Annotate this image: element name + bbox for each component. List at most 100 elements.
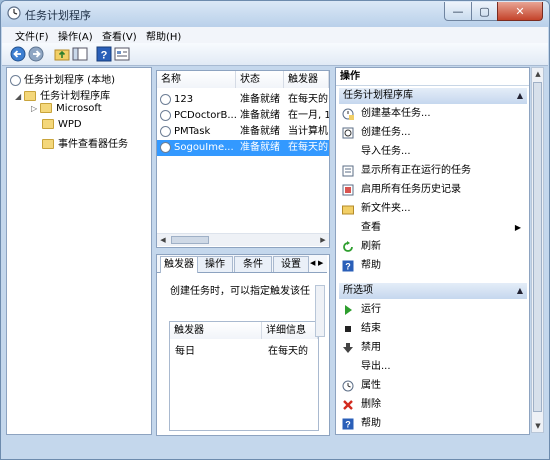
delete-icon (343, 400, 353, 410)
scroll-down-arrow-icon[interactable]: ▼ (532, 420, 544, 432)
folder-up-icon[interactable] (54, 46, 70, 62)
action-enable-history[interactable]: 启用所有任务历史记录 (339, 181, 527, 199)
tab-scroll-right-icon[interactable]: ▶ (318, 257, 326, 270)
action-refresh[interactable]: 刷新 (339, 238, 527, 256)
action-import-task[interactable]: 导入任务... (339, 143, 527, 161)
maximize-button[interactable]: ▢ (471, 2, 498, 21)
tree-root[interactable]: 任务计划程序 (本地) (10, 71, 115, 86)
action-view[interactable]: 查看 ▶ (339, 219, 527, 237)
tree-item-label: WPD (58, 119, 82, 130)
create-basic-task-icon (342, 108, 354, 120)
tab-conditions[interactable]: 条件 (234, 256, 272, 272)
actions-group-library[interactable]: 任务计划程序库 ▲ (339, 88, 527, 104)
menu-file[interactable]: 文件(F) (15, 28, 49, 43)
clock-icon (7, 6, 21, 20)
tab-triggers[interactable]: 触发器 (160, 256, 198, 273)
menu-help[interactable]: 帮助(H) (146, 28, 181, 43)
help-icon: ? (342, 260, 354, 272)
actions-vertical-scrollbar[interactable]: ▲ ▼ (531, 67, 544, 433)
trigger-description: 创建任务时，可以指定触发该任务 (170, 286, 310, 297)
stop-icon (345, 326, 351, 332)
task-status: 准备就绪 (240, 126, 280, 137)
task-clock-icon (160, 93, 171, 105)
submenu-arrow-icon: ▶ (514, 223, 521, 232)
task-list-pane: 名称 状态 触发器 123 准备就绪 在每天的 PCDoctorB... 准备就… (156, 70, 330, 248)
task-row-selected[interactable]: SogouIme... 准备就绪 在每天的 (157, 140, 329, 156)
details-vertical-scrollbar[interactable] (315, 285, 325, 337)
tree-item-label: Microsoft (56, 103, 102, 114)
tab-settings[interactable]: 设置 (273, 256, 309, 272)
console-tree-icon[interactable] (72, 46, 88, 62)
group-title: 任务计划程序库 (343, 90, 413, 101)
task-clock-icon (160, 125, 171, 137)
action-new-folder[interactable]: 新文件夹... (339, 200, 527, 218)
tree-item-event-viewer-tasks[interactable]: 事件查看器任务 (42, 135, 128, 150)
folder-icon (42, 139, 54, 149)
tab-scroll-left-icon[interactable]: ◀ (310, 257, 318, 270)
task-trigger: 在一月, 1 (288, 110, 329, 121)
close-button[interactable]: ✕ (497, 2, 543, 21)
scroll-thumb[interactable] (533, 82, 542, 412)
action-help[interactable]: ? 帮助 (339, 257, 527, 275)
expanded-arrow-icon[interactable]: ◢ (15, 92, 21, 101)
action-create-task[interactable]: 创建任务... (339, 124, 527, 142)
action-run[interactable]: 运行 (339, 301, 527, 319)
action-help-selected[interactable]: ? 帮助 (339, 415, 527, 433)
menu-action[interactable]: 操作(A) (58, 28, 93, 43)
task-name: SogouIme... (174, 142, 234, 153)
svg-text:?: ? (345, 262, 351, 272)
task-clock-icon (160, 109, 171, 121)
actions-pane-header: 操作 (336, 68, 529, 86)
collapsed-arrow-icon[interactable]: ▷ (31, 104, 37, 113)
scroll-up-arrow-icon[interactable]: ▲ (532, 68, 544, 80)
clock-icon (10, 74, 21, 86)
tree-item-microsoft[interactable]: ▷ Microsoft (31, 103, 102, 117)
collapse-arrow-icon[interactable]: ▲ (517, 88, 523, 104)
task-row[interactable]: PMTask 准备就绪 当计算机 (157, 124, 329, 140)
task-trigger: 在每天的 (288, 142, 328, 153)
toolbar: ? (2, 43, 548, 66)
back-arrow-icon[interactable] (10, 46, 26, 62)
column-header-status[interactable]: 状态 (236, 71, 284, 88)
action-display-running-tasks[interactable]: 显示所有正在运行的任务 (339, 162, 527, 180)
trigger-cell[interactable]: 每日 (175, 342, 195, 357)
minimize-button[interactable]: — (444, 2, 472, 21)
refresh-icon (343, 241, 353, 252)
action-disable[interactable]: 禁用 (339, 339, 527, 357)
column-header-name[interactable]: 名称 (157, 71, 236, 88)
task-row[interactable]: 123 准备就绪 在每天的 (157, 92, 329, 108)
column-header-trigger[interactable]: 触发器 (284, 71, 329, 88)
menu-view[interactable]: 查看(V) (102, 28, 137, 43)
tree-library[interactable]: ◢ 任务计划程序库 (15, 87, 110, 102)
column-header-details[interactable]: 详细信息 (262, 322, 318, 339)
tree-root-label: 任务计划程序 (本地) (24, 75, 115, 86)
scroll-right-arrow-icon[interactable]: ▶ (317, 234, 329, 246)
action-end[interactable]: 结束 (339, 320, 527, 338)
tree-item-wpd[interactable]: WPD (42, 119, 82, 133)
window-title: 任务计划程序 (25, 9, 91, 22)
task-clock-icon (160, 141, 171, 153)
scroll-left-arrow-icon[interactable]: ◀ (157, 234, 169, 246)
properties-icon[interactable] (114, 46, 130, 62)
actions-group-selected-item[interactable]: 所选项 ▲ (339, 283, 527, 299)
tab-actions[interactable]: 操作 (197, 256, 233, 272)
title-bar[interactable]: 任务计划程序 — ▢ ✕ (1, 1, 549, 27)
task-scheduler-window: 任务计划程序 — ▢ ✕ 文件(F) 操作(A) 查看(V) 帮助(H) ? 任… (0, 0, 550, 460)
forward-arrow-icon[interactable] (28, 46, 44, 62)
collapse-arrow-icon[interactable]: ▲ (517, 283, 523, 299)
column-header-trigger[interactable]: 触发器 (170, 322, 262, 339)
help-icon[interactable]: ? (96, 46, 112, 62)
action-delete[interactable]: 删除 (339, 396, 527, 414)
trigger-table: 触发器 详细信息 每日 在每天的 (169, 321, 319, 431)
history-icon (342, 184, 354, 196)
task-trigger: 当计算机 (288, 126, 328, 137)
action-export[interactable]: 导出... (339, 358, 527, 376)
running-tasks-icon (342, 165, 354, 177)
task-trigger: 在每天的 (288, 94, 328, 105)
task-row[interactable]: PCDoctorB... 准备就绪 在一月, 1 (157, 108, 329, 124)
task-list-horizontal-scrollbar[interactable]: ◀ ▶ (157, 233, 329, 246)
action-create-basic-task[interactable]: 创建基本任务... (339, 105, 527, 123)
create-task-icon (342, 127, 354, 139)
scroll-thumb[interactable] (171, 236, 209, 244)
action-properties[interactable]: 属性 (339, 377, 527, 395)
